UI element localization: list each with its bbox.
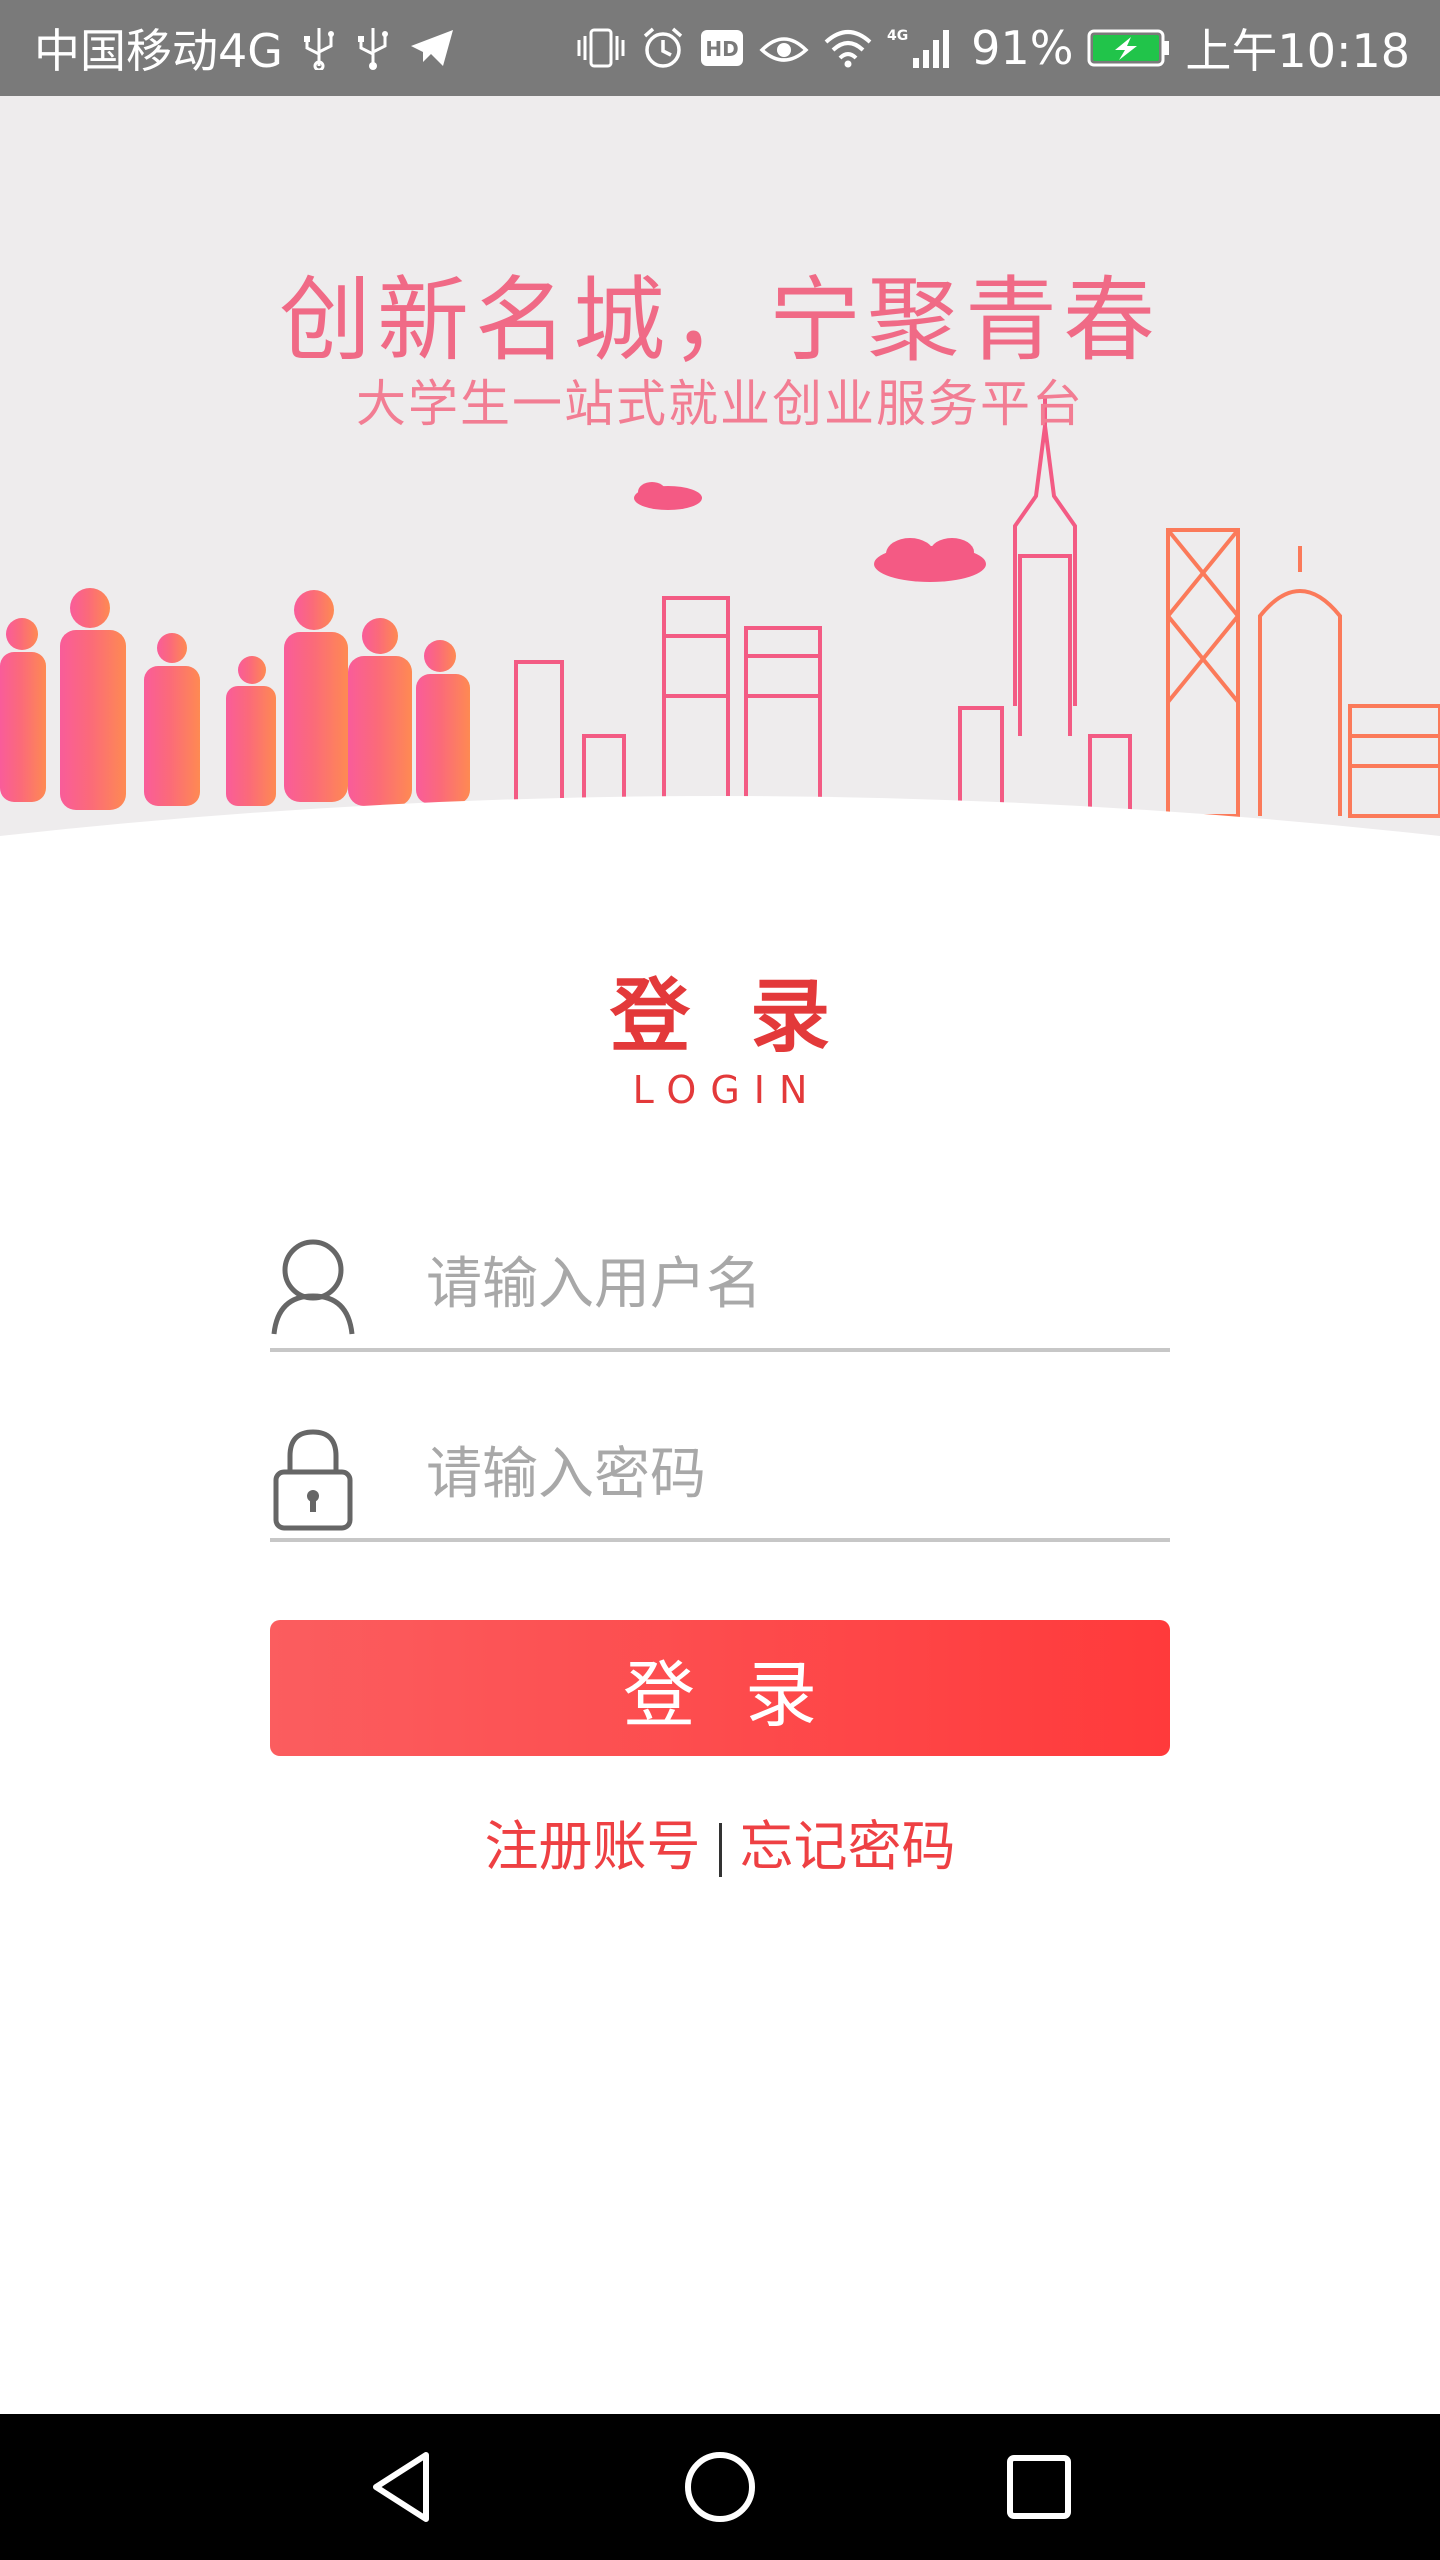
usb-icon [301,26,337,70]
login-button[interactable]: 登录 [270,1620,1170,1756]
send-icon [409,28,455,68]
register-link[interactable]: 注册账号 [485,1815,701,1878]
hero-banner: 创新名城，宁聚青春 大学生一站式就业创业服务平台 [0,96,1440,886]
username-input[interactable] [426,1228,1166,1340]
back-icon[interactable] [356,2442,446,2532]
status-right: HD 4G 91% 上午10:18 [575,0,1410,96]
wifi-icon [823,28,873,68]
banner-subtitle: 大学生一站式就业创业服务平台 [356,375,1084,433]
vibrate-icon [575,26,627,70]
lock-icon [273,1429,353,1531]
hd-icon: HD [699,28,745,68]
account-links: 注册账号 忘记密码 [0,1802,1440,1881]
battery-percent: 91% [971,21,1074,75]
login-heading-en: LOGIN [632,1068,822,1112]
link-divider [718,1823,722,1878]
usb-icon [355,26,391,70]
password-field [270,1418,1170,1542]
status-bar: 中国移动4G HD 4G 91% 上午10:18 [0,0,1440,96]
cloud-icon [634,482,986,582]
alarm-icon [641,26,685,70]
navigation-bar [0,2414,1440,2560]
banner-title: 创新名城，宁聚青春 [278,267,1161,374]
clock: 上午10:18 [1185,24,1410,78]
username-field [270,1228,1170,1352]
forgot-password-link[interactable]: 忘记密码 [740,1815,956,1878]
status-left: 中国移动4G [34,0,455,96]
login-heading: 登录 [610,970,890,1063]
password-input[interactable] [426,1418,1166,1530]
user-icon [271,1239,355,1335]
signal-4g-icon: 4G [887,26,957,70]
home-icon[interactable] [675,2442,765,2532]
city-skyline-illustration [0,396,1440,886]
carrier-label: 中国移动4G [34,24,283,78]
svg-text:4G: 4G [887,28,908,44]
people-silhouettes [0,588,470,810]
battery-charging-icon [1087,28,1171,68]
svg-text:HD: HD [706,37,739,61]
eye-icon [759,28,809,68]
recents-icon[interactable] [994,2442,1084,2532]
